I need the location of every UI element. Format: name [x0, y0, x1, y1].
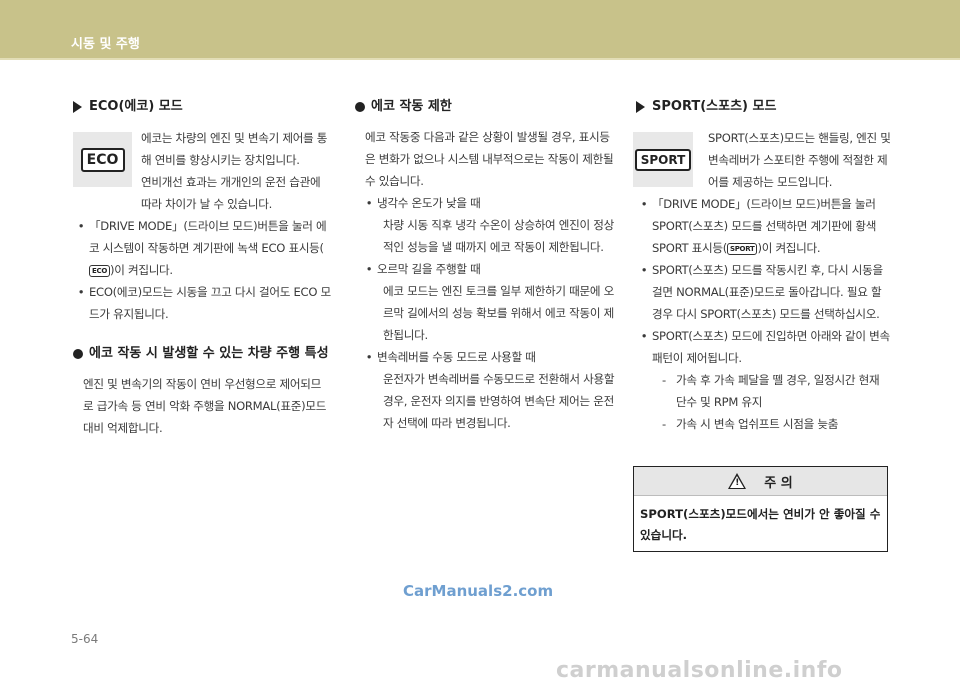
- circle-bullet-icon: [73, 349, 83, 359]
- eco-heading: ECO(에코) 모드: [73, 98, 331, 119]
- warning-triangle-icon: !: [728, 473, 747, 489]
- eco-bullet-1: • 「DRIVE MODE」(드라이브 모드)버튼을 눌러 에코 시스템이 작동…: [77, 219, 327, 277]
- page-number: 5-64: [71, 632, 99, 646]
- watermark-link[interactable]: CarManuals2.com: [403, 582, 553, 600]
- eco-characteristics-paragraph: 엔진 및 변속기의 작동이 연비 우선형으로 제어되므로 급가속 등 연비 악화…: [83, 377, 327, 435]
- eco-limit-heading: 에코 작동 제한: [355, 98, 618, 118]
- caution-title: 주 의: [764, 475, 793, 491]
- sport-paragraph-1: SPORT(스포츠)모드는 핸들링, 엔진 및 변속레버가 스포티한 주행에 적…: [708, 131, 891, 189]
- limit-item-body: 차량 시동 직후 냉각 수온이 상승하여 엔진이 정상적인 성능을 낼 때까지 …: [383, 218, 615, 254]
- limit-item: • 냉각수 온도가 낮을 때: [365, 196, 481, 210]
- triangle-bullet-icon: [636, 101, 645, 113]
- caution-text: SPORT(스포츠)모드에서는 연비가 안 좋아질 수 있습니다.: [640, 507, 881, 542]
- sport-bullet-2: • SPORT(스포츠) 모드를 작동시킨 후, 다시 시동을 걸면 NORMAL…: [640, 263, 883, 321]
- limit-item-body: 에코 모드는 엔진 토크를 일부 제한하기 때문에 오르막 길에서의 성능 확보…: [383, 284, 615, 342]
- column-middle: 에코 작동 제한 에코 작동중 다음과 같은 상황이 발생될 경우, 표시등은 …: [355, 98, 618, 434]
- eco-heading-text: ECO(에코) 모드: [89, 99, 183, 114]
- sport-heading-text: SPORT(스포츠) 모드: [652, 99, 777, 114]
- sport-bullet-1: • 「DRIVE MODE」(드라이브 모드)버튼을 눌러 SPORT(스포츠)…: [640, 197, 877, 255]
- footer-watermark: carmanualsonline.info: [556, 658, 843, 683]
- circle-bullet-icon: [355, 102, 365, 112]
- column-left: ECO(에코) 모드 에코는 차량의 엔진 및 변속기 제어를 통해 연비를 향…: [73, 98, 331, 439]
- sport-dash-item-2: - 가속 시 변속 업쉬프트 시점을 늦춤: [662, 417, 839, 431]
- caution-box: ! 주 의 SPORT(스포츠)모드에서는 연비가 안 좋아질 수 있습니다.: [633, 466, 888, 552]
- limit-item: • 오르막 길을 주행할 때: [365, 262, 481, 276]
- limit-item: • 변속레버를 수동 모드로 사용할 때: [365, 350, 536, 364]
- sport-heading: SPORT(스포츠) 모드: [636, 98, 891, 119]
- eco-bullet-2: • ECO(에코)모드는 시동을 끄고 다시 걸어도 ECO 모드가 유지됩니다…: [77, 285, 332, 321]
- sport-dash-item-1: - 가속 후 가속 페달을 뗄 경우, 일정시간 현재 단수 및 RPM 유지: [662, 373, 880, 409]
- section-title: 시동 및 주행: [71, 37, 140, 52]
- page-header: 시동 및 주행: [0, 0, 960, 58]
- eco-indicator-icon: ECO: [89, 265, 110, 277]
- eco-characteristics-heading: 에코 작동 시 발생할 수 있는 차량 주행 특성: [73, 345, 331, 365]
- eco-limit-intro: 에코 작동중 다음과 같은 상황이 발생될 경우, 표시등은 변화가 없으나 시…: [365, 130, 614, 188]
- triangle-bullet-icon: [73, 101, 82, 113]
- header-divider: [0, 58, 960, 60]
- eco-paragraph-1: 에코는 차량의 엔진 및 변속기 제어를 통해 연비를 향상시키는 장치입니다.: [141, 131, 328, 167]
- sport-indicator-icon: SPORT: [726, 243, 758, 255]
- caution-header: ! 주 의: [634, 467, 887, 496]
- sport-bullet-3: • SPORT(스포츠) 모드에 진입하면 아래와 같이 변속패턴이 제어됩니다.: [640, 329, 890, 365]
- column-right: SPORT(스포츠) 모드 SPORT(스포츠)모드는 핸들링, 엔진 및 변속…: [636, 98, 891, 435]
- limit-item-body: 운전자가 변속레버를 수동모드로 전환해서 사용할 경우, 운전자 의지를 반영…: [383, 372, 615, 430]
- eco-paragraph-2: 연비개선 효과는 개개인의 운전 습관에 따라 차이가 날 수 있습니다.: [141, 175, 321, 211]
